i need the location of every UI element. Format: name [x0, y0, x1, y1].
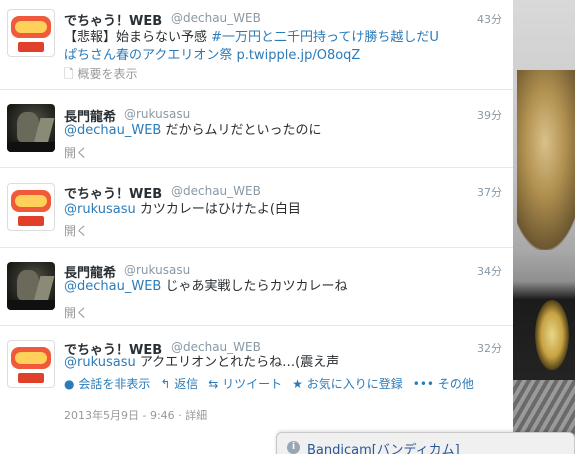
hashtag-link[interactable]: #一万円と二千円持ってけ勝ち越しだU: [211, 30, 439, 45]
show-summary-label: 概要を表示: [77, 67, 138, 81]
tweet-author-handle[interactable]: @rukusasu: [124, 107, 190, 121]
bandicam-title[interactable]: Bandicam[バンディカム]: [307, 439, 460, 454]
tweet-item[interactable]: でちゃう！WEB @dechau_WEB 37分 @rukusasu カツカレー…: [0, 168, 513, 248]
avatar[interactable]: [7, 262, 55, 310]
details-link[interactable]: 詳細: [185, 409, 207, 422]
expand-link[interactable]: 開く: [64, 144, 88, 161]
hide-conversation-button[interactable]: ● 会話を非表示: [64, 375, 150, 392]
mention-link[interactable]: @dechau_WEB: [64, 123, 161, 138]
favorite-button[interactable]: ★ お気に入りに登録: [292, 375, 403, 392]
hide-conversation-label: 会話を非表示: [78, 377, 151, 391]
tweet-time[interactable]: 39分: [477, 107, 502, 123]
avatar[interactable]: [7, 340, 55, 388]
retweet-label: リツイート: [222, 377, 283, 391]
avatar[interactable]: [7, 104, 55, 152]
tweet-item[interactable]: でちゃう！WEB @dechau_WEB 43分 【悲報】始まらない予感 #一万…: [0, 0, 513, 90]
reply-label: 返信: [174, 377, 199, 391]
avatar[interactable]: [7, 9, 55, 57]
background-beak: [517, 70, 575, 250]
tweet-actions: ● 会話を非表示 ↰ 返信 ⇆ リツイート ★ お気に入りに登録 ••• その他: [64, 375, 474, 392]
timeline: でちゃう！WEB @dechau_WEB 43分 【悲報】始まらない予感 #一万…: [0, 0, 513, 454]
reply-button[interactable]: ↰ 返信: [160, 375, 198, 392]
show-summary-link[interactable]: 🗋 概要を表示: [64, 65, 138, 86]
tweet-item[interactable]: 長門龍希 @rukusasu 34分 @dechau_WEB じゃあ実戦したらカ…: [0, 248, 513, 326]
hashtag-link[interactable]: ぱちさん春のアクエリオン祭: [64, 48, 232, 63]
mention-link[interactable]: @dechau_WEB: [64, 279, 161, 294]
tweet-body-text: カツカレーはひけたよ(白目: [135, 202, 301, 217]
tweet-item[interactable]: 長門龍希 @rukusasu 39分 @dechau_WEB だからムリだといっ…: [0, 90, 513, 168]
bandicam-notification[interactable]: i Bandicam[バンディカム]: [276, 432, 575, 454]
avatar[interactable]: [7, 183, 55, 231]
mention-link[interactable]: @rukusasu: [64, 202, 136, 217]
tweet-text: @rukusasu カツカレーはひけたよ(白目: [64, 201, 504, 219]
tweet-time[interactable]: 34分: [477, 263, 502, 279]
tweet-text: @dechau_WEB じゃあ実戦したらカツカレーね: [64, 278, 504, 296]
tweet-meta: 2013年5月9日 - 9:46 · 詳細: [64, 407, 207, 423]
expand-link[interactable]: 開く: [64, 304, 88, 321]
avatar-logo-shape: [15, 21, 47, 33]
ellipsis-icon: •••: [412, 377, 434, 391]
retweet-button[interactable]: ⇆ リツイート: [208, 375, 282, 392]
tweet-body-text: じゃあ実戦したらカツカレーね: [161, 279, 348, 294]
favorite-label: お気に入りに登録: [306, 377, 403, 391]
document-icon: 🗋: [64, 67, 74, 81]
tweet-author-handle[interactable]: @dechau_WEB: [171, 11, 261, 25]
tweet-body-text: だからムリだといったのに: [161, 123, 322, 138]
reply-icon: ↰: [160, 377, 171, 391]
media-link[interactable]: p.twipple.jp/O8oqZ: [237, 48, 361, 63]
tweet-author-handle[interactable]: @dechau_WEB: [171, 340, 261, 354]
expand-link[interactable]: 開く: [64, 222, 88, 239]
info-icon: i: [287, 441, 300, 454]
background-artwork: [513, 0, 575, 454]
background-eye: [535, 300, 569, 370]
tweet-author-handle[interactable]: @dechau_WEB: [171, 184, 261, 198]
tweet-text-prefix: 【悲報】始まらない予感: [64, 30, 212, 45]
tweet-time[interactable]: 43分: [477, 11, 502, 27]
tweet-text: @rukusasu アクエリオンとれたらね…(震え声: [64, 354, 504, 372]
tweet-item[interactable]: でちゃう！WEB @dechau_WEB 32分 @rukusasu アクエリオ…: [0, 326, 513, 438]
more-button[interactable]: ••• その他: [413, 375, 474, 392]
tweet-time[interactable]: 37分: [477, 184, 502, 200]
meta-separator: ·: [178, 409, 182, 422]
avatar-logo-shape: [15, 195, 47, 207]
tweet-body-text: アクエリオンとれたらね…(震え声: [135, 355, 340, 370]
tweet-timestamp[interactable]: 2013年5月9日 - 9:46: [64, 409, 175, 422]
mention-link[interactable]: @rukusasu: [64, 355, 136, 370]
avatar-logo-shape: [18, 42, 44, 52]
avatar-shape: [7, 142, 55, 152]
tweet-text: 【悲報】始まらない予感 #一万円と二千円持ってけ勝ち越しだU ぱちさん春のアクエ…: [64, 29, 504, 65]
tweet-author-handle[interactable]: @rukusasu: [124, 263, 190, 277]
tweet-text: @dechau_WEB だからムリだといったのに: [64, 122, 504, 140]
tweet-author-name[interactable]: でちゃう！WEB: [64, 183, 162, 202]
avatar-logo-shape: [18, 373, 44, 383]
retweet-icon: ⇆: [208, 377, 219, 391]
star-icon: ★: [292, 377, 303, 391]
chat-icon: ●: [64, 377, 75, 391]
avatar-logo-shape: [15, 352, 47, 364]
more-label: その他: [437, 377, 474, 391]
avatar-shape: [7, 300, 55, 310]
tweet-author-name[interactable]: でちゃう！WEB: [64, 10, 162, 29]
avatar-logo-shape: [18, 216, 44, 226]
